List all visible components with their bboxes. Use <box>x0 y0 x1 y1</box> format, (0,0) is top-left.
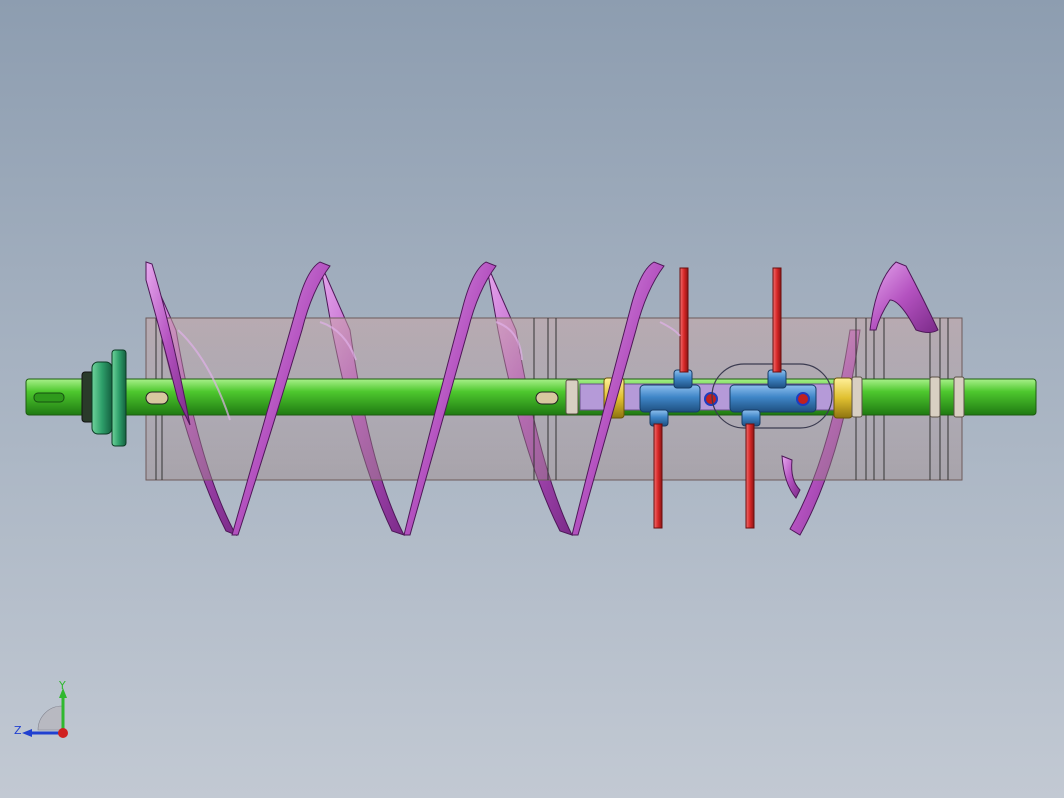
z-axis-label: Z <box>14 724 22 737</box>
y-axis-label: Y <box>58 679 66 692</box>
collar-right <box>833 377 853 419</box>
hub-boss <box>673 369 693 389</box>
z-axis-arrowhead-icon <box>22 729 32 737</box>
auger-assembly-model[interactable] <box>0 0 1064 798</box>
x-axis-origin-icon <box>58 728 68 738</box>
view-orientation-triad[interactable]: Y Z <box>10 678 80 748</box>
graphics-viewport[interactable]: Y Z <box>0 0 1064 798</box>
shaft-keyway <box>33 392 65 403</box>
hub-boss <box>767 369 787 389</box>
triad-quadrant-icon <box>37 705 63 731</box>
bearing-unit <box>81 349 127 447</box>
paddle-hub-left <box>639 384 701 413</box>
